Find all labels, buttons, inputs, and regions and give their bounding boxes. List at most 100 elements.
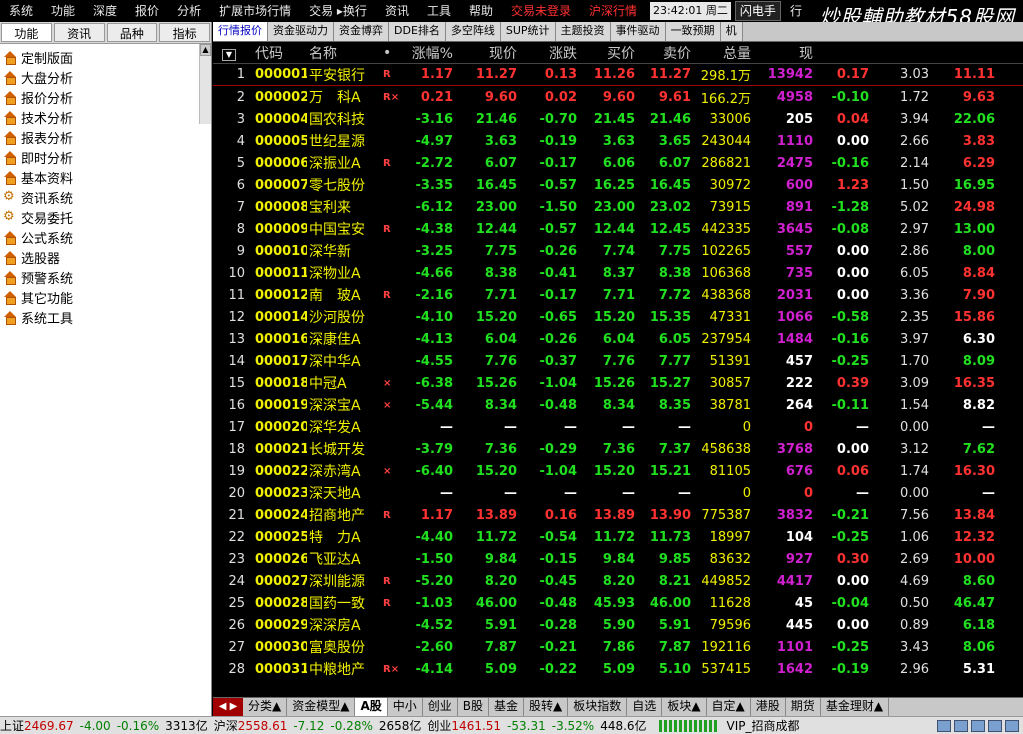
- market-tab[interactable]: 期货: [786, 698, 821, 716]
- menu-quote[interactable]: 报价: [126, 0, 168, 22]
- nav-item[interactable]: 选股器: [0, 247, 211, 267]
- quote-tab[interactable]: 资金驱动力: [268, 22, 334, 41]
- nav-item[interactable]: 其它功能: [0, 287, 211, 307]
- market-tab[interactable]: 创业: [423, 698, 458, 716]
- market-tab[interactable]: B股: [458, 698, 490, 716]
- table-row[interactable]: 1 000001 平安银行 R 1.17 11.27 0.13 11.26 11.27 298.1…: [213, 64, 1023, 86]
- table-row[interactable]: 12 000014 沙河股份 -4.10 15.20 -0.65 15.20 15.35 473…: [213, 306, 1023, 328]
- sh-index[interactable]: 上证2469.67: [0, 717, 74, 734]
- quote-tab[interactable]: 事件驱动: [610, 22, 666, 41]
- scroll-up-icon[interactable]: ▲: [200, 44, 211, 56]
- calendar-icon[interactable]: [971, 719, 985, 732]
- table-row[interactable]: 15 000018 中冠A × -6.38 15.26 -1.04 15.26 15.27 308…: [213, 372, 1023, 394]
- market-tab[interactable]: 资金模型▲: [287, 698, 356, 716]
- left-tab-news[interactable]: 资讯: [53, 23, 105, 42]
- table-row[interactable]: 17 000020 深华发A — — — — — 0 0 — 0.00 —: [213, 416, 1023, 438]
- header-volume[interactable]: 总量: [691, 43, 751, 63]
- table-row[interactable]: 20 000023 深天地A — — — — — 0 0 — 0.00 —: [213, 482, 1023, 504]
- table-row[interactable]: 21 000024 招商地产 R 1.17 13.89 0.16 13.89 13.90 7753…: [213, 504, 1023, 526]
- table-row[interactable]: 3 000004 国农科技 -3.16 21.46 -0.70 21.45 21.46 3300…: [213, 108, 1023, 130]
- quote-tab[interactable]: 主题投资: [555, 22, 611, 41]
- header-code[interactable]: 代码: [245, 43, 307, 63]
- table-row[interactable]: 19 000022 深赤湾A × -6.40 15.20 -1.04 15.20 15.21 81…: [213, 460, 1023, 482]
- cy-index[interactable]: 创业1461.51: [427, 717, 501, 734]
- chat-icon[interactable]: [954, 719, 968, 732]
- quote-tab[interactable]: 机: [720, 22, 743, 41]
- table-row[interactable]: 16 000019 深深宝A × -5.44 8.34 -0.48 8.34 8.35 38781…: [213, 394, 1023, 416]
- header-name[interactable]: 名称: [307, 43, 383, 63]
- menu-tools[interactable]: 工具: [418, 0, 460, 22]
- quote-tab[interactable]: 行情报价: [213, 22, 268, 41]
- market-tab[interactable]: 港股: [751, 698, 786, 716]
- trade-login-status[interactable]: 交易未登录: [502, 0, 580, 22]
- quote-tab[interactable]: 多空阵线: [445, 22, 501, 41]
- dropdown-icon[interactable]: ▼: [222, 48, 236, 61]
- network-icon[interactable]: [988, 719, 1002, 732]
- table-row[interactable]: 24 000027 深圳能源 R -5.20 8.20 -0.45 8.20 8.21 44985…: [213, 570, 1023, 592]
- table-row[interactable]: 27 000030 富奥股份 -2.60 7.87 -0.21 7.86 7.87 192116…: [213, 636, 1023, 658]
- left-tab-function[interactable]: 功能: [1, 23, 52, 42]
- menu-system[interactable]: 系统: [0, 0, 42, 22]
- table-row[interactable]: 9 000010 深华新 -3.25 7.75 -0.26 7.74 7.75 102265 55…: [213, 240, 1023, 262]
- table-row[interactable]: 14 000017 深中华A -4.55 7.76 -0.37 7.76 7.77 51391 4…: [213, 350, 1023, 372]
- table-row[interactable]: 8 000009 中国宝安 R -4.38 12.44 -0.57 12.44 12.45 442…: [213, 218, 1023, 240]
- menu-trade[interactable]: 交易 ▸换行: [300, 0, 376, 22]
- table-row[interactable]: 26 000029 深深房A -4.52 5.91 -0.28 5.90 5.91 79596 4…: [213, 614, 1023, 636]
- header-change[interactable]: 涨跌: [517, 43, 577, 63]
- nav-item[interactable]: 预警系统: [0, 267, 211, 287]
- column-menu-button[interactable]: ▼: [213, 45, 245, 61]
- market-tab[interactable]: 板块▲: [662, 698, 707, 716]
- market-tab[interactable]: A股: [355, 698, 388, 716]
- nav-item[interactable]: 技术分析: [0, 107, 211, 127]
- header-price[interactable]: 现价: [453, 43, 517, 63]
- nav-item[interactable]: 基本资料: [0, 167, 211, 187]
- menu-news[interactable]: 资讯: [376, 0, 418, 22]
- quote-tab[interactable]: 资金博弈: [334, 22, 389, 41]
- flash-trade-button[interactable]: 闪电手: [734, 1, 781, 21]
- menu-help[interactable]: 帮助: [460, 0, 502, 22]
- header-change-pct[interactable]: 涨幅%: [403, 43, 453, 63]
- market-feed-status[interactable]: 沪深行情: [580, 0, 646, 22]
- nav-item[interactable]: 报表分析: [0, 127, 211, 147]
- nav-item[interactable]: 公式系统: [0, 227, 211, 247]
- nav-item[interactable]: ⚙ 资讯系统: [0, 187, 211, 207]
- table-row[interactable]: 4 000005 世纪星源 -4.97 3.63 -0.19 3.63 3.65 243044 1…: [213, 130, 1023, 152]
- market-tab[interactable]: 分类▲: [243, 698, 288, 716]
- market-tab[interactable]: 自定▲: [707, 698, 751, 716]
- table-row[interactable]: 5 000006 深振业A R -2.72 6.07 -0.17 6.06 6.07 286821…: [213, 152, 1023, 174]
- header-ask[interactable]: 卖价: [635, 43, 691, 63]
- nav-item[interactable]: 报价分析: [0, 87, 211, 107]
- market-tab[interactable]: 自选: [627, 698, 663, 716]
- table-row[interactable]: 28 000031 中粮地产 R× -4.14 5.09 -0.22 5.09 5.10 5374…: [213, 658, 1023, 680]
- quote-tab[interactable]: SUP统计: [500, 22, 556, 41]
- table-row[interactable]: 11 000012 南 玻A R -2.16 7.71 -0.17 7.71 7.72 43836…: [213, 284, 1023, 306]
- menu-analysis[interactable]: 分析: [168, 0, 210, 22]
- header-bid[interactable]: 买价: [577, 43, 635, 63]
- nav-item[interactable]: 即时分析: [0, 147, 211, 167]
- left-tab-indicator[interactable]: 指标: [159, 23, 210, 42]
- hs-index[interactable]: 沪深2558.61: [214, 717, 288, 734]
- quote-tab[interactable]: 一致预期: [665, 22, 721, 41]
- left-scrollbar[interactable]: ▲: [199, 44, 211, 124]
- menu-depth[interactable]: 深度: [84, 0, 126, 22]
- market-tab[interactable]: 股转▲: [524, 698, 569, 716]
- quote-tab[interactable]: DDE排名: [389, 22, 446, 41]
- header-flag[interactable]: •: [383, 45, 403, 61]
- tab-scroll-arrows-icon[interactable]: ◀ ▶: [213, 698, 243, 716]
- market-tab[interactable]: 板块指数: [568, 698, 628, 716]
- table-row[interactable]: 18 000021 长城开发 -3.79 7.36 -0.29 7.36 7.37 458638…: [213, 438, 1023, 460]
- mail-icon[interactable]: [937, 719, 951, 732]
- table-row[interactable]: 25 000028 国药一致 R -1.03 46.00 -0.48 45.93 46.00 11…: [213, 592, 1023, 614]
- table-row[interactable]: 2 000002 万 科A R× 0.21 9.60 0.02 9.60 9.61 166.2万 4…: [213, 86, 1023, 108]
- table-row[interactable]: 23 000026 飞亚达A -1.50 9.84 -0.15 9.84 9.85 83632 9…: [213, 548, 1023, 570]
- menu-extended-market[interactable]: 扩展市场行情: [210, 0, 300, 22]
- table-row[interactable]: 7 000008 宝利来 -6.12 23.00 -1.50 23.00 23.02 73915…: [213, 196, 1023, 218]
- nav-item[interactable]: 大盘分析: [0, 67, 211, 87]
- table-row[interactable]: 13 000016 深康佳A -4.13 6.04 -0.26 6.04 6.05 237954…: [213, 328, 1023, 350]
- table-row[interactable]: 10 000011 深物业A -4.66 8.38 -0.41 8.37 8.38 106368…: [213, 262, 1023, 284]
- nav-item[interactable]: ⚙ 交易委托: [0, 207, 211, 227]
- nav-item[interactable]: 定制版面: [0, 47, 211, 67]
- nav-item[interactable]: 系统工具: [0, 307, 211, 327]
- menu-more[interactable]: 行: [781, 0, 811, 22]
- header-current[interactable]: 现: [751, 43, 813, 63]
